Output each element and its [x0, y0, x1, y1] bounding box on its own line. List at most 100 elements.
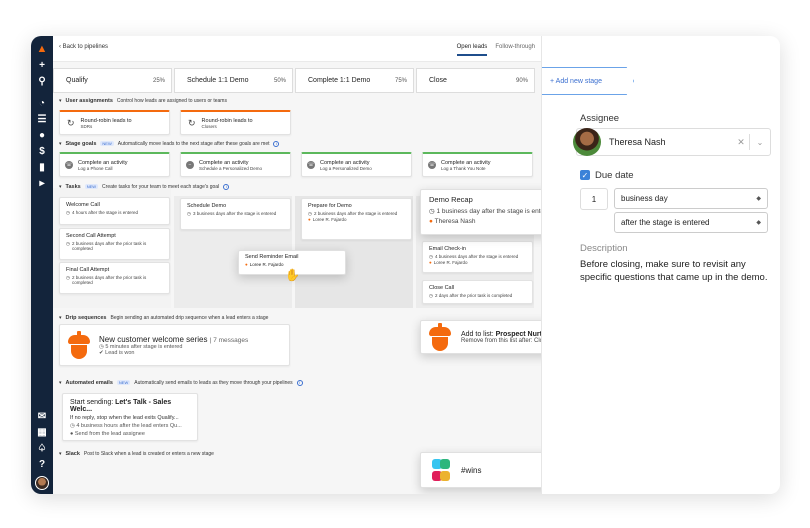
person-icon: ● — [429, 218, 433, 225]
sort-arrows-icon: ◆ — [756, 220, 761, 226]
goal-card[interactable]: ☏ Complete an activity Log a Phone Call — [59, 152, 170, 177]
section-title: Automated emails — [65, 379, 113, 386]
stage-pct: 90% — [515, 77, 528, 84]
megaphone-icon[interactable]: ▸ — [31, 175, 53, 191]
dollar-icon[interactable]: $ — [31, 143, 53, 159]
drip-sub: Lead is won — [105, 349, 135, 356]
bell-icon[interactable]: ♤ — [31, 440, 53, 456]
card-title: Round-robin leads to — [80, 117, 132, 124]
person-icon[interactable]: ● — [31, 127, 53, 143]
section-stage-goals[interactable]: ▾ Stage goals NEW Automatically move lea… — [53, 138, 541, 149]
drip-card[interactable]: New customer welcome series | 7 messages… — [59, 324, 290, 366]
check-circle-icon: ✔ — [99, 349, 104, 356]
stage-name: Schedule 1:1 Demo — [187, 77, 249, 84]
tabs: Open leads Follow-through — [456, 44, 535, 56]
task-sub: 2 business days after the prior task is … — [71, 275, 147, 285]
clock-icon: ◷ — [70, 423, 75, 429]
task-card[interactable]: Prepare for Demo ◷ 2 business days after … — [301, 198, 412, 240]
section-desc: Begin sending an automated drip sequence… — [110, 314, 269, 321]
description-text[interactable]: Before closing, make sure to revisit any… — [580, 258, 770, 284]
task-sub: 4 hours after the stage is entered — [71, 210, 138, 215]
slack-channel: #wins — [461, 465, 482, 475]
task-card[interactable]: Schedule Demo ◷ 3 business days after the… — [180, 198, 291, 230]
collapse-icon[interactable]: ▾ — [59, 184, 62, 190]
section-title: Tasks — [65, 183, 81, 190]
mail-icon[interactable]: ✉ — [31, 408, 53, 424]
acorn-icon — [427, 323, 453, 351]
stage-name: Close — [429, 77, 447, 84]
task-card[interactable]: Email Check-in ◷ 4 business days after th… — [422, 241, 533, 273]
chevron-down-icon[interactable]: ⌄ — [750, 138, 770, 147]
collapse-icon[interactable]: ▾ — [59, 141, 62, 147]
task-card[interactable]: Second Call Attempt ◷ 2 business days aft… — [59, 228, 170, 260]
round-robin-card[interactable]: ↻ Round-robin leads to Closers — [180, 110, 291, 135]
acorn-logo-icon[interactable]: ▲ — [31, 41, 53, 57]
task-sub: 2 days after the prior task is completed — [434, 293, 513, 298]
new-badge: NEW — [100, 141, 114, 146]
person-icon: ● — [429, 260, 432, 265]
tab-follow-through[interactable]: Follow-through — [495, 44, 535, 56]
calendar-icon[interactable]: ▦ — [31, 424, 53, 440]
grab-cursor-icon: ✋ — [285, 268, 300, 282]
due-date-label: Due date — [595, 170, 634, 181]
goal-card[interactable]: − Complete an activity Schedule a Persona… — [180, 152, 291, 177]
stage-qualify[interactable]: Qualify 25% — [53, 68, 172, 93]
back-to-pipelines-link[interactable]: ‹ Back to pipelines — [59, 44, 108, 50]
phone-icon: ☏ — [65, 161, 73, 169]
collapse-icon[interactable]: ▾ — [59, 315, 62, 321]
assignee-select[interactable]: Theresa Nash ✕ ⌄ — [573, 128, 771, 156]
goal-card[interactable]: ☏ Complete an activity Log a Thank You No… — [422, 152, 533, 177]
task-sub: 2 business days after the prior task is … — [71, 241, 147, 251]
section-desc: Automatically send emails to leads as th… — [134, 379, 293, 386]
due-relative-select[interactable]: after the stage is entered ◆ — [614, 212, 768, 233]
add-list-prefix: Add to list: — [461, 330, 496, 338]
section-desc: Post to Slack when a lead is created or … — [83, 450, 214, 457]
clock-icon: ◷ — [187, 211, 191, 216]
chart-icon[interactable]: ▮ — [31, 159, 53, 175]
due-amount-input[interactable]: 1 — [580, 188, 608, 210]
stage-name: Complete 1:1 Demo — [308, 77, 371, 84]
stage-pct: 25% — [152, 77, 165, 84]
card-title: Complete an activity — [441, 159, 491, 166]
email-prefix: Start sending: — [70, 399, 116, 406]
email-card[interactable]: Start sending: Let's Talk - Sales Welc..… — [62, 393, 198, 441]
task-person: Loree R. Fajardo — [312, 217, 347, 222]
info-icon[interactable]: i — [296, 379, 303, 386]
help-icon[interactable]: ? — [31, 456, 53, 472]
tab-open-leads[interactable]: Open leads — [456, 44, 488, 56]
stage-complete-demo[interactable]: Complete 1:1 Demo 75% — [295, 68, 414, 93]
section-automated-emails[interactable]: ▾ Automated emails NEW Automatically sen… — [53, 377, 541, 388]
collapse-icon[interactable]: ▾ — [59, 98, 62, 104]
phone-icon: ☏ — [307, 161, 315, 169]
info-icon[interactable]: i — [273, 140, 280, 147]
round-robin-card[interactable]: ↻ Round-robin leads to SDRs — [59, 110, 170, 135]
due-date-checkbox[interactable]: ✓ — [580, 170, 590, 180]
refresh-icon: ↻ — [188, 117, 196, 128]
collapse-icon[interactable]: ▾ — [59, 451, 62, 457]
pipeline-board: ‹ Back to pipelines Open leads Follow-th… — [53, 36, 598, 494]
gauge-icon[interactable]: ◔ — [31, 95, 53, 111]
list-icon[interactable]: ☰ — [31, 111, 53, 127]
card-title: Complete an activity — [320, 159, 370, 166]
task-card[interactable]: Final Call Attempt ◷ 2 business days afte… — [59, 262, 170, 294]
plus-icon[interactable]: + — [31, 57, 53, 73]
task-title: Schedule Demo — [187, 203, 227, 209]
task-card[interactable]: Close Call ◷ 2 days after the prior task … — [422, 280, 533, 304]
slack-logo-icon — [427, 458, 451, 482]
due-unit-select[interactable]: business day ◆ — [614, 188, 768, 209]
card-title: Round-robin leads to — [201, 117, 253, 124]
section-user-assignments[interactable]: ▾ User assignments Control how leads are… — [53, 95, 541, 106]
goal-card[interactable]: ☏ Complete an activity Log a Personalized… — [301, 152, 412, 177]
search-icon[interactable]: ⚲ — [31, 73, 53, 89]
info-icon[interactable]: i — [223, 183, 230, 190]
collapse-icon[interactable]: ▾ — [59, 380, 62, 386]
add-new-stage-button[interactable]: + Add new stage — [542, 67, 634, 95]
card-title: Complete an activity — [78, 159, 128, 166]
topbar: ‹ Back to pipelines Open leads Follow-th… — [53, 36, 541, 62]
stage-close[interactable]: Close 90% — [416, 68, 535, 93]
stage-schedule-demo[interactable]: Schedule 1:1 Demo 50% — [174, 68, 293, 93]
user-avatar[interactable] — [35, 476, 49, 490]
section-title: Slack — [65, 450, 80, 457]
clear-icon[interactable]: ✕ — [733, 137, 749, 148]
task-card[interactable]: Welcome Call ◷ 4 hours after the stage is… — [59, 197, 170, 225]
